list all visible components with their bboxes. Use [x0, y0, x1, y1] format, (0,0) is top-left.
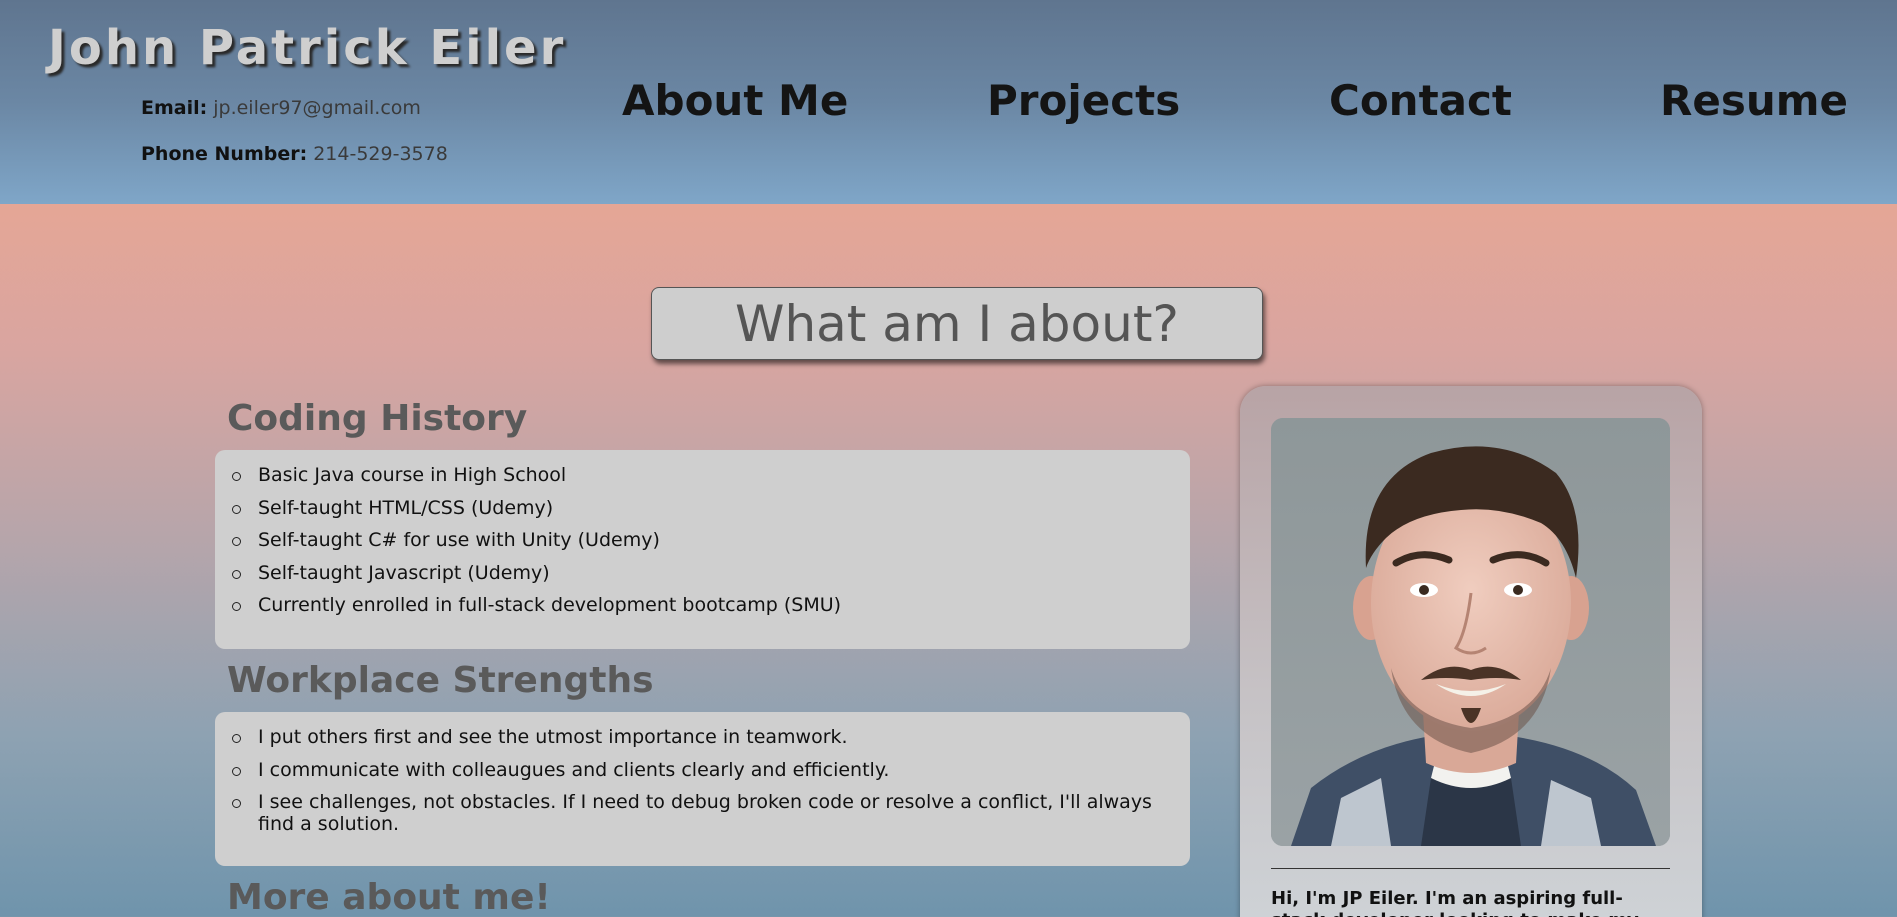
coding-history-box: Basic Java course in High School Self-ta… — [215, 450, 1190, 649]
profile-card: Hi, I'm JP Eiler. I'm an aspiring full-s… — [1240, 386, 1702, 917]
phone-label: Phone Number: — [141, 143, 308, 165]
site-name: John Patrick Eiler — [48, 20, 567, 76]
profile-divider — [1271, 868, 1670, 869]
profile-intro-text: Hi, I'm JP Eiler. I'm an aspiring full-s… — [1271, 888, 1639, 917]
phone-value[interactable]: 214-529-3578 — [313, 143, 448, 165]
section-title-workplace-strengths: Workplace Strengths — [227, 660, 654, 701]
portrait-image — [1271, 418, 1670, 846]
page-heading-box: What am I about? — [651, 287, 1263, 360]
section-title-coding-history: Coding History — [227, 398, 528, 439]
page-heading: What am I about? — [735, 294, 1179, 353]
phone-line: Phone Number: 214-529-3578 — [141, 143, 448, 165]
list-item: Self-taught Javascript (Udemy) — [232, 562, 1170, 584]
nav-link-about-me[interactable]: About Me — [622, 76, 848, 125]
list-item: I see challenges, not obstacles. If I ne… — [232, 791, 1170, 835]
list-item: I put others first and see the utmost im… — [232, 726, 1170, 748]
profile-photo — [1271, 418, 1670, 846]
nav-link-resume[interactable]: Resume — [1660, 76, 1848, 125]
coding-history-list: Basic Java course in High School Self-ta… — [232, 464, 1170, 616]
workplace-strengths-list: I put others first and see the utmost im… — [232, 726, 1170, 835]
list-item: I communicate with colleaugues and clien… — [232, 759, 1170, 781]
list-item: Self-taught C# for use with Unity (Udemy… — [232, 529, 1170, 551]
workplace-strengths-box: I put others first and see the utmost im… — [215, 712, 1190, 866]
nav-link-projects[interactable]: Projects — [987, 76, 1180, 125]
list-item: Basic Java course in High School — [232, 464, 1170, 486]
nav-link-contact[interactable]: Contact — [1329, 76, 1512, 125]
list-item: Currently enrolled in full-stack develop… — [232, 594, 1170, 616]
site-header: John Patrick Eiler Email: jp.eiler97@gmai… — [0, 0, 1897, 204]
list-item: Self-taught HTML/CSS (Udemy) — [232, 497, 1170, 519]
email-label: Email: — [141, 97, 208, 119]
section-title-more-about-me: More about me! — [227, 877, 551, 917]
email-line: Email: jp.eiler97@gmail.com — [141, 97, 421, 119]
email-value[interactable]: jp.eiler97@gmail.com — [213, 97, 421, 119]
